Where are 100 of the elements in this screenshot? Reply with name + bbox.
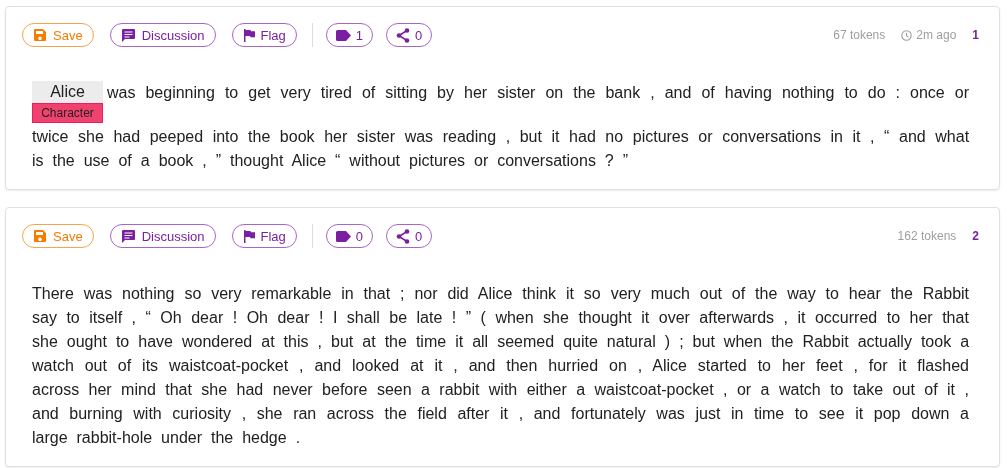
token[interactable]: ran	[293, 405, 317, 422]
token[interactable]: so	[583, 285, 601, 302]
token[interactable]: ,	[241, 405, 247, 422]
token[interactable]: to	[66, 309, 80, 326]
token[interactable]: ,	[964, 381, 969, 398]
token[interactable]: wondered	[181, 333, 253, 350]
token[interactable]: bank	[605, 84, 641, 101]
token[interactable]: Rabbit	[922, 285, 970, 302]
token[interactable]: field	[417, 405, 447, 422]
token[interactable]: that	[942, 309, 969, 326]
token[interactable]: ,	[317, 333, 322, 350]
token[interactable]: very	[280, 84, 311, 101]
token[interactable]: to	[830, 381, 844, 398]
token[interactable]: pop	[873, 405, 901, 422]
token[interactable]: nothing	[781, 84, 835, 101]
token[interactable]: feet	[815, 357, 843, 374]
token[interactable]: thought	[229, 152, 284, 169]
token[interactable]: was	[107, 84, 136, 101]
token[interactable]: its	[142, 357, 159, 374]
token[interactable]: or	[474, 152, 489, 169]
token[interactable]: without	[349, 152, 401, 169]
flag-button[interactable]: Flag	[231, 23, 297, 47]
token[interactable]: all	[472, 333, 489, 350]
token[interactable]: take	[852, 381, 884, 398]
token[interactable]: she	[201, 381, 228, 398]
token[interactable]: Alice	[477, 285, 513, 302]
token[interactable]: across	[32, 381, 80, 398]
token[interactable]: Oh	[160, 309, 182, 326]
token[interactable]: either	[526, 381, 567, 398]
token[interactable]: rabbit	[439, 381, 480, 398]
token[interactable]: a	[576, 381, 586, 398]
token[interactable]: was	[404, 128, 434, 145]
token[interactable]: the	[248, 128, 271, 145]
token[interactable]: There	[32, 285, 74, 302]
token[interactable]: conversations	[722, 128, 821, 145]
token[interactable]: sister	[497, 84, 536, 101]
token[interactable]: time	[415, 333, 447, 350]
token[interactable]: rabbit-hole	[76, 429, 153, 446]
token[interactable]: it	[898, 357, 907, 374]
token[interactable]: a	[960, 405, 969, 422]
token[interactable]: her	[88, 381, 112, 398]
token[interactable]: curiosity	[172, 405, 232, 422]
token[interactable]: of	[731, 285, 746, 302]
token[interactable]: late	[416, 309, 443, 326]
token[interactable]: use	[83, 152, 110, 169]
token[interactable]: itself	[89, 309, 123, 326]
token[interactable]: once	[910, 84, 945, 101]
token[interactable]: she	[543, 309, 569, 326]
token[interactable]: but	[331, 333, 354, 350]
token[interactable]: nor	[414, 285, 438, 302]
token[interactable]: on	[545, 84, 564, 101]
token[interactable]: to	[886, 309, 901, 326]
token[interactable]: say	[32, 309, 57, 326]
entity-word[interactable]: Alice	[32, 81, 103, 103]
token[interactable]: ”	[465, 309, 472, 326]
tag-count-button[interactable]: 1	[325, 23, 374, 47]
token[interactable]: took	[920, 333, 952, 350]
token[interactable]: her	[909, 309, 933, 326]
token[interactable]: what	[935, 128, 970, 145]
token[interactable]: for	[868, 357, 888, 374]
token[interactable]: it	[455, 333, 464, 350]
token[interactable]: out	[699, 285, 722, 302]
token[interactable]: never	[272, 381, 313, 398]
token[interactable]: having	[724, 84, 772, 101]
token[interactable]: and	[899, 128, 926, 145]
token[interactable]: of	[117, 357, 132, 374]
token[interactable]: fortunately	[571, 405, 646, 422]
token[interactable]: she	[256, 405, 283, 422]
token[interactable]: thought	[578, 309, 632, 326]
token[interactable]: very	[610, 285, 641, 302]
token[interactable]: it	[797, 309, 806, 326]
token[interactable]: into	[212, 128, 239, 145]
token[interactable]: ,	[505, 128, 511, 145]
token[interactable]: of	[118, 152, 132, 169]
token[interactable]: on	[609, 357, 627, 374]
token[interactable]: and	[533, 405, 561, 422]
token[interactable]: the	[384, 333, 407, 350]
token[interactable]: a	[960, 333, 970, 350]
token[interactable]: the	[890, 285, 913, 302]
token[interactable]: have	[138, 333, 173, 350]
token[interactable]: had	[113, 128, 141, 145]
token[interactable]: seen	[376, 381, 412, 398]
token[interactable]: seemed	[497, 333, 555, 350]
token[interactable]: to	[794, 405, 809, 422]
token[interactable]: actually	[857, 333, 912, 350]
token[interactable]: ,	[853, 357, 858, 374]
token[interactable]: time	[754, 405, 785, 422]
token[interactable]: flashed	[917, 357, 969, 374]
token[interactable]: this	[283, 333, 309, 350]
token[interactable]: looked	[352, 357, 400, 374]
token[interactable]: but	[692, 333, 715, 350]
token[interactable]: sister	[356, 128, 396, 145]
token[interactable]: hurried	[548, 357, 599, 374]
token[interactable]: “	[145, 309, 151, 326]
token[interactable]: watch	[778, 381, 821, 398]
token[interactable]: by	[437, 84, 454, 101]
token[interactable]: it	[947, 381, 955, 398]
token[interactable]: in	[341, 285, 354, 302]
token[interactable]: ,	[518, 405, 524, 422]
token[interactable]: a	[421, 381, 430, 398]
